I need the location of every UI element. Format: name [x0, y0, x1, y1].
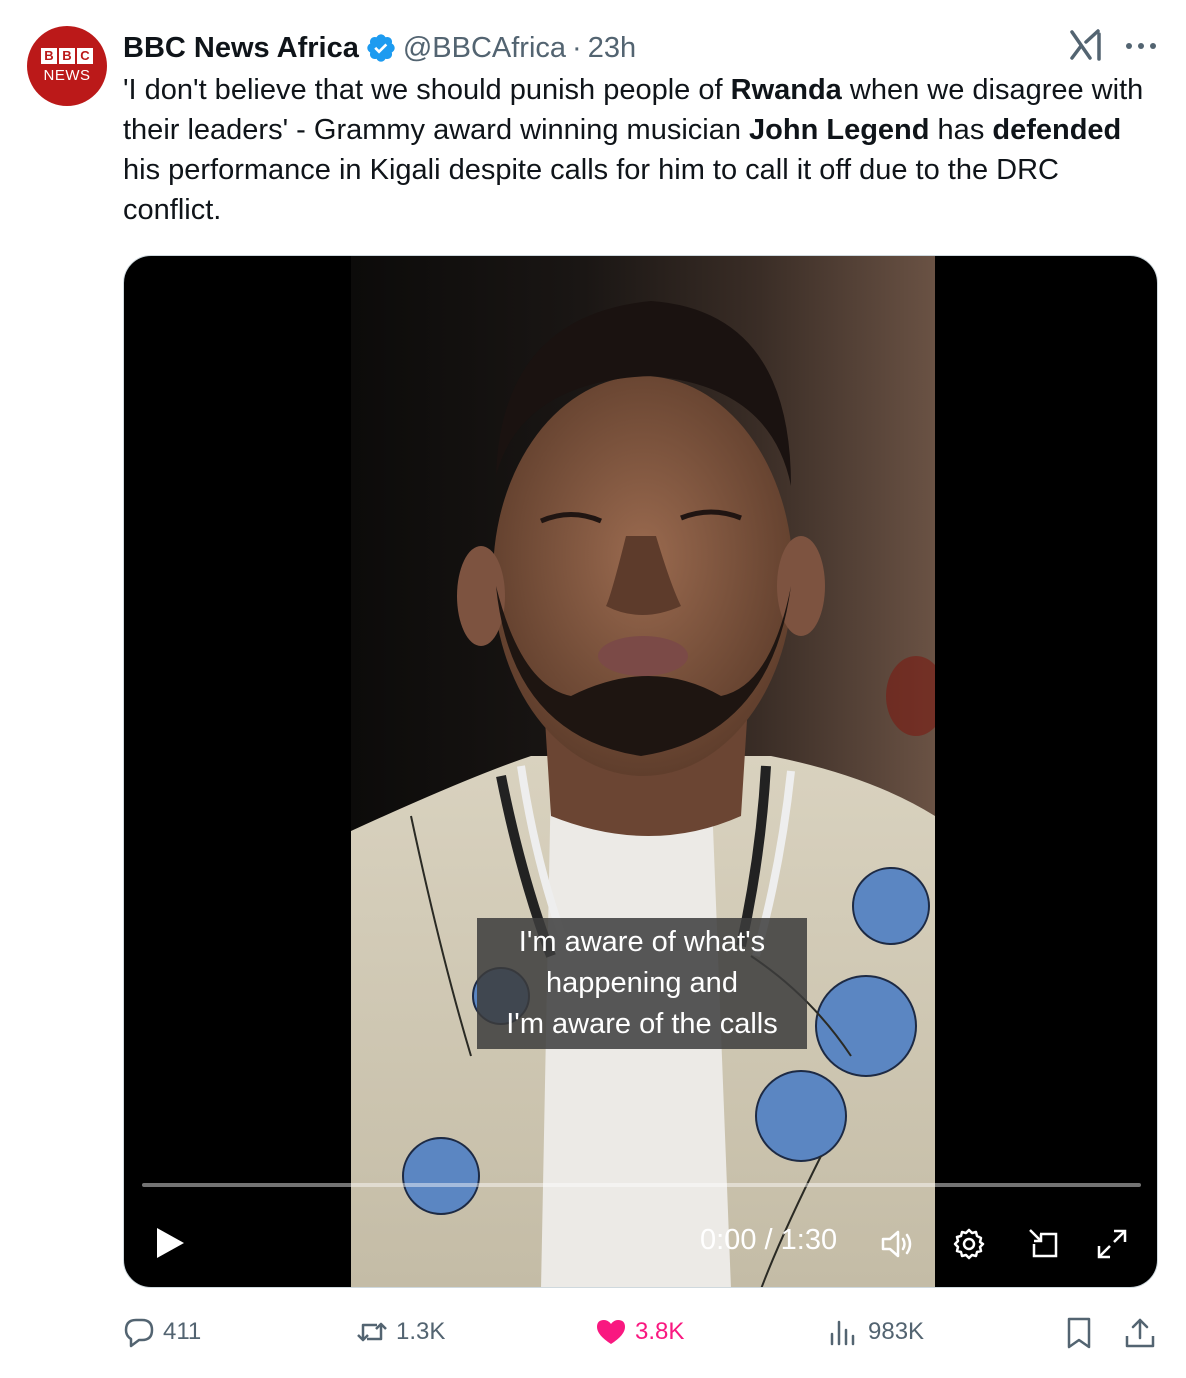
grok-icon[interactable] — [1068, 28, 1106, 62]
caption-line: happening and — [546, 967, 738, 999]
share-icon[interactable] — [1123, 1316, 1157, 1350]
views-chart-icon — [830, 1320, 855, 1346]
volume-icon[interactable] — [879, 1226, 915, 1262]
timestamp[interactable]: 23h — [588, 32, 636, 65]
tweet-text-segment: his performance in Kigali despite calls … — [123, 154, 1059, 226]
avatar[interactable]: B B C NEWS — [27, 26, 107, 106]
verified-badge-icon — [367, 34, 395, 62]
views-button[interactable]: 983K — [828, 1316, 924, 1348]
views-count: 983K — [868, 1318, 925, 1345]
repost-button[interactable]: 1.3K — [356, 1316, 445, 1348]
tweet-header: BBC News Africa @BBCAfrica · 23h — [123, 28, 636, 68]
repost-count: 1.3K — [396, 1318, 446, 1345]
more-options-icon[interactable] — [1124, 40, 1158, 52]
current-time: 0:00 — [700, 1224, 757, 1256]
time-separator: / — [764, 1224, 773, 1256]
play-icon[interactable] — [154, 1226, 186, 1260]
reply-count: 411 — [163, 1318, 202, 1345]
like-count: 3.8K — [635, 1318, 685, 1345]
bbc-block: C — [77, 48, 93, 64]
settings-gear-icon[interactable] — [951, 1226, 987, 1262]
tweet-text-highlight: John Legend — [749, 114, 930, 146]
caption-line: I'm aware of the calls — [506, 1008, 778, 1040]
tweet-actions: 411 1.3K 3.8K 983K — [123, 1316, 1163, 1356]
bbc-news-word: NEWS — [43, 67, 91, 84]
video-progress-bar[interactable] — [142, 1183, 1141, 1187]
like-button[interactable]: 3.8K — [595, 1316, 684, 1348]
heart-icon — [597, 1320, 625, 1344]
video-timecode: 0:00 / 1:30 — [700, 1224, 837, 1257]
picture-in-picture-icon[interactable] — [1026, 1226, 1062, 1262]
bbc-block: B — [59, 48, 75, 64]
bbc-block: B — [41, 48, 57, 64]
reply-button[interactable]: 411 — [123, 1316, 201, 1348]
tweet-text-segment: has — [929, 114, 993, 146]
duration: 1:30 — [780, 1224, 838, 1256]
bbc-logo: B B C — [41, 48, 93, 64]
handle[interactable]: @BBCAfrica — [403, 32, 566, 65]
video-caption: I'm aware of what's happening and I'm aw… — [477, 918, 807, 1049]
tweet-text-highlight: Rwanda — [730, 74, 842, 106]
tweet-text-segment: 'I don't believe that we should punish p… — [123, 74, 731, 106]
separator-dot: · — [572, 31, 582, 64]
video-still-image — [351, 301, 935, 1287]
reply-icon — [124, 1318, 154, 1348]
bookmark-icon[interactable] — [1063, 1316, 1095, 1350]
tweet-text: 'I don't believe that we should punish p… — [123, 70, 1163, 230]
repost-icon — [357, 1322, 387, 1342]
tweet-text-highlight: defended — [992, 114, 1122, 146]
video-frame[interactable] — [351, 256, 935, 1287]
caption-line: I'm aware of what's — [518, 926, 766, 958]
display-name[interactable]: BBC News Africa — [123, 32, 359, 65]
fullscreen-icon[interactable] — [1094, 1226, 1130, 1262]
video-player[interactable]: I'm aware of what's happening and I'm aw… — [123, 255, 1158, 1288]
